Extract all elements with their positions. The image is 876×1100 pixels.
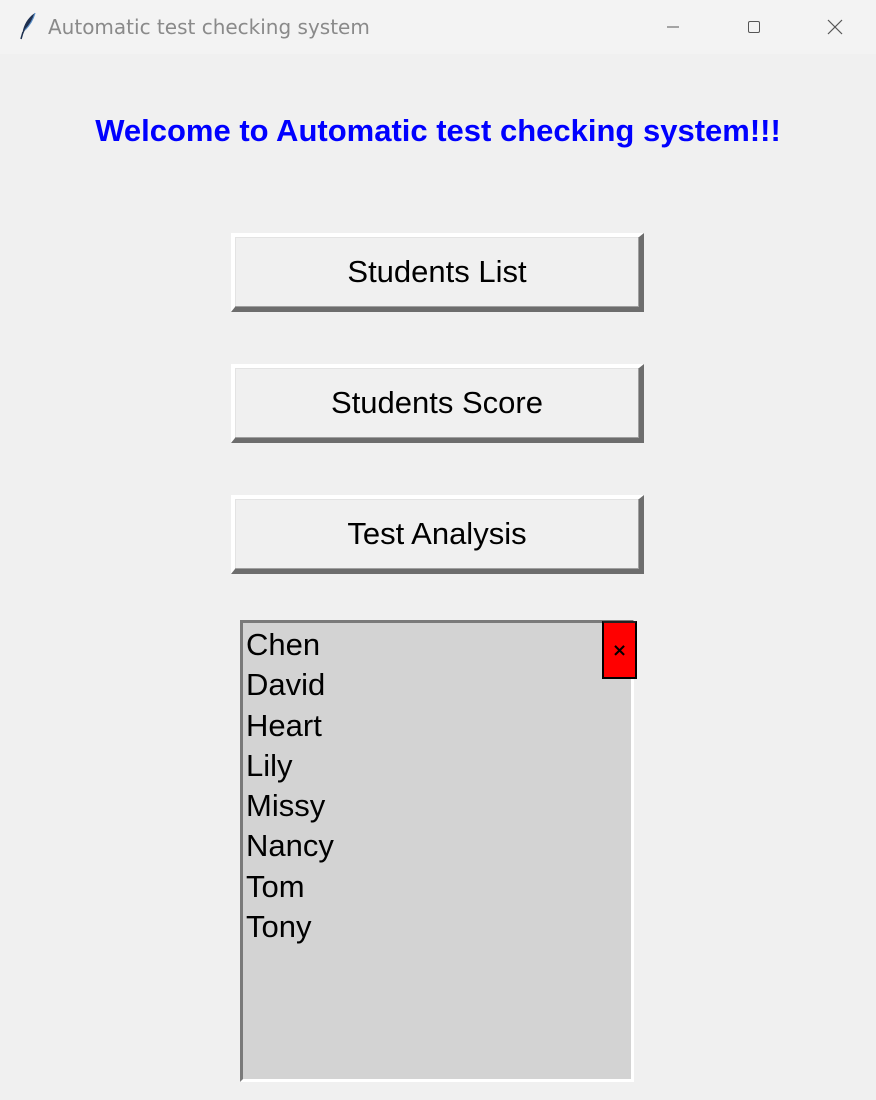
close-list-button[interactable]: × bbox=[602, 621, 637, 679]
list-item[interactable]: Nancy bbox=[246, 826, 631, 866]
list-item[interactable]: Lily bbox=[246, 746, 631, 786]
minimize-icon bbox=[667, 26, 679, 28]
minimize-button[interactable] bbox=[633, 0, 713, 54]
maximize-icon bbox=[748, 21, 760, 33]
students-score-button[interactable]: Students Score bbox=[231, 364, 644, 443]
list-item[interactable]: Tony bbox=[246, 907, 631, 947]
close-icon bbox=[827, 19, 843, 35]
feather-icon bbox=[18, 12, 40, 40]
welcome-heading: Welcome to Automatic test checking syste… bbox=[95, 113, 781, 148]
list-item[interactable]: Heart bbox=[246, 706, 631, 746]
students-listbox[interactable]: Chen David Heart Lily Missy Nancy Tom To… bbox=[240, 620, 634, 1082]
maximize-button[interactable] bbox=[714, 0, 794, 54]
list-item[interactable]: Tom bbox=[246, 867, 631, 907]
list-item[interactable]: Missy bbox=[246, 786, 631, 826]
list-item[interactable]: Chen bbox=[246, 625, 631, 665]
app-window: Automatic test checking system Welcome t… bbox=[0, 0, 876, 1100]
student-list: Chen David Heart Lily Missy Nancy Tom To… bbox=[243, 623, 631, 947]
list-item[interactable]: David bbox=[246, 665, 631, 705]
close-window-button[interactable] bbox=[795, 0, 875, 54]
title-bar[interactable]: Automatic test checking system bbox=[0, 0, 876, 54]
close-list-icon: × bbox=[611, 639, 628, 661]
test-analysis-button[interactable]: Test Analysis bbox=[231, 495, 644, 574]
students-list-button[interactable]: Students List bbox=[231, 233, 644, 312]
window-title: Automatic test checking system bbox=[48, 15, 370, 39]
